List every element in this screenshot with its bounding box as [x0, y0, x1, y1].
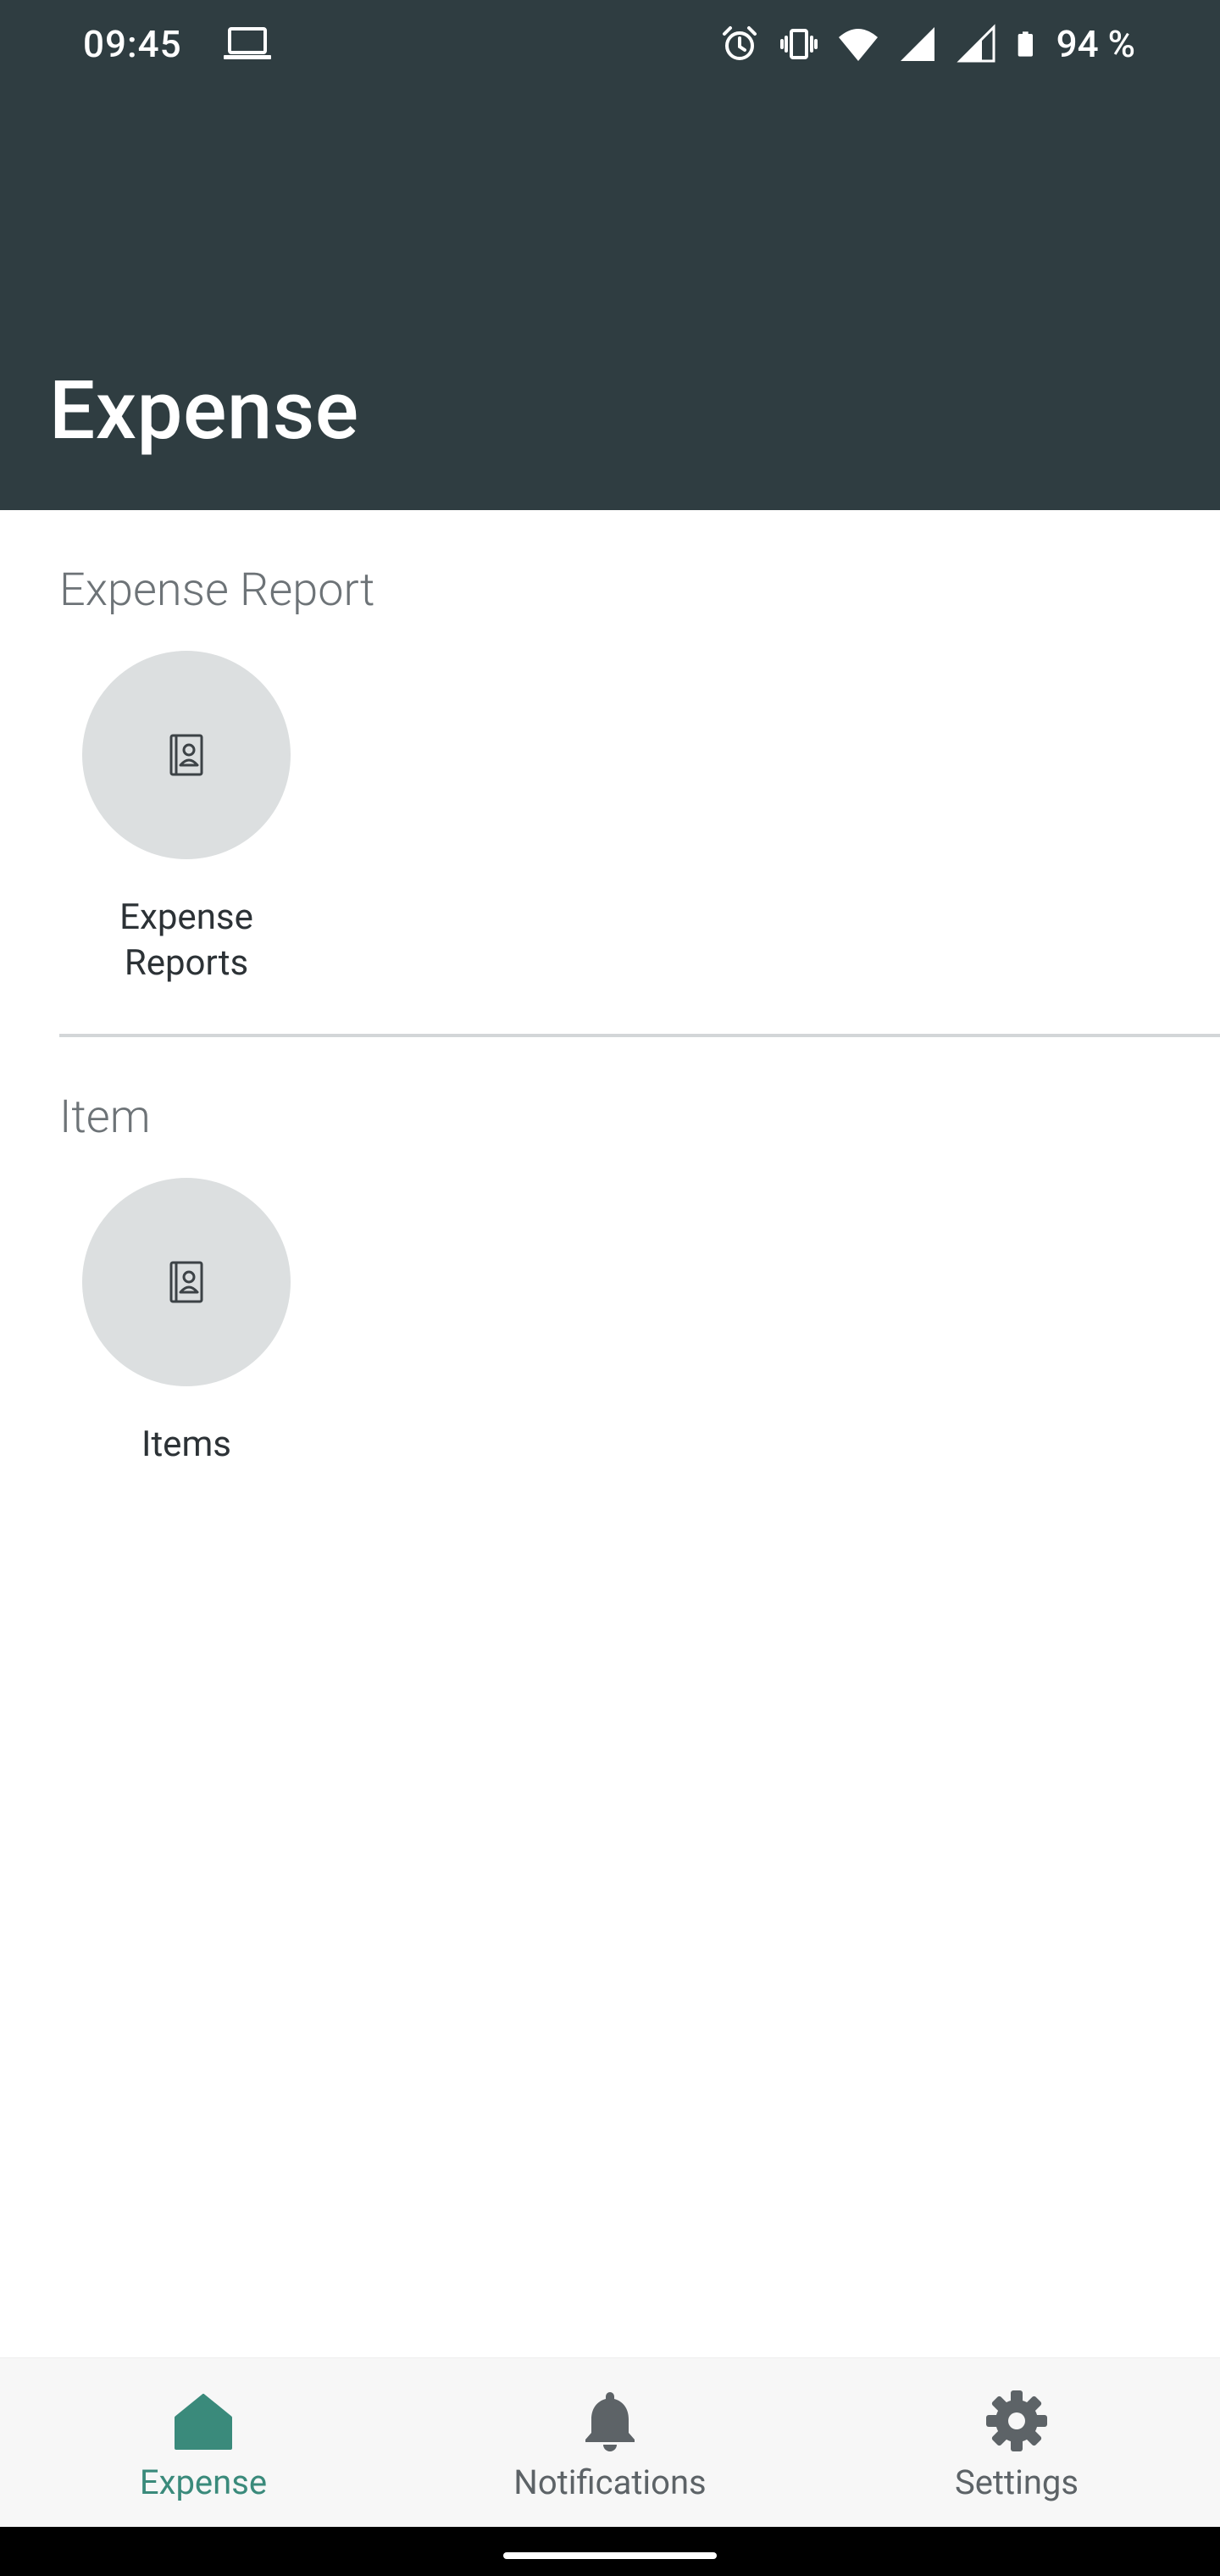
- gear-icon: [986, 2390, 1047, 2451]
- tile-label: Items: [141, 1424, 231, 1465]
- tile-expense-reports[interactable]: Expense Reports: [61, 651, 312, 986]
- nav-item-expense[interactable]: Expense: [51, 2358, 356, 2528]
- tile-icon-circle: [82, 651, 291, 859]
- nav-item-notifications[interactable]: Notifications: [458, 2358, 762, 2528]
- battery-icon: [1018, 31, 1033, 57]
- system-navigation-bar: [0, 2527, 1220, 2576]
- nav-label: Expense: [139, 2462, 268, 2502]
- page-title: Expense: [49, 364, 359, 458]
- section-header: Expense Report: [59, 564, 375, 617]
- wifi-icon: [838, 29, 878, 61]
- section-divider: [59, 1034, 1220, 1037]
- vibrate-icon: [779, 29, 818, 59]
- nav-item-settings[interactable]: Settings: [864, 2358, 1169, 2528]
- status-bar: 09:45 94 %: [0, 0, 1220, 88]
- home-gesture-handle[interactable]: [503, 2552, 717, 2559]
- contact-book-icon: [169, 1261, 203, 1303]
- bell-icon: [585, 2392, 635, 2451]
- alarm-icon: [722, 26, 757, 60]
- tile-items[interactable]: Items: [61, 1178, 312, 1468]
- battery-percent: 94 %: [1056, 22, 1135, 66]
- nav-label: Notifications: [513, 2462, 707, 2502]
- tile-label: Expense Reports: [119, 897, 253, 984]
- home-icon: [175, 2394, 232, 2450]
- contact-book-icon: [169, 734, 203, 776]
- status-time: 09:45: [83, 22, 182, 66]
- bottom-navigation: Expense Notifications Settings: [0, 2357, 1220, 2527]
- section-header: Item: [59, 1091, 151, 1144]
- nav-label: Settings: [954, 2462, 1079, 2502]
- app-header: 09:45 94 % Expense: [0, 0, 1220, 510]
- laptop-icon: [224, 27, 271, 59]
- status-icons: 94 %: [719, 19, 1135, 69]
- signal-icon: [900, 27, 934, 61]
- tile-icon-circle: [82, 1178, 291, 1386]
- signal-icon: [957, 24, 995, 63]
